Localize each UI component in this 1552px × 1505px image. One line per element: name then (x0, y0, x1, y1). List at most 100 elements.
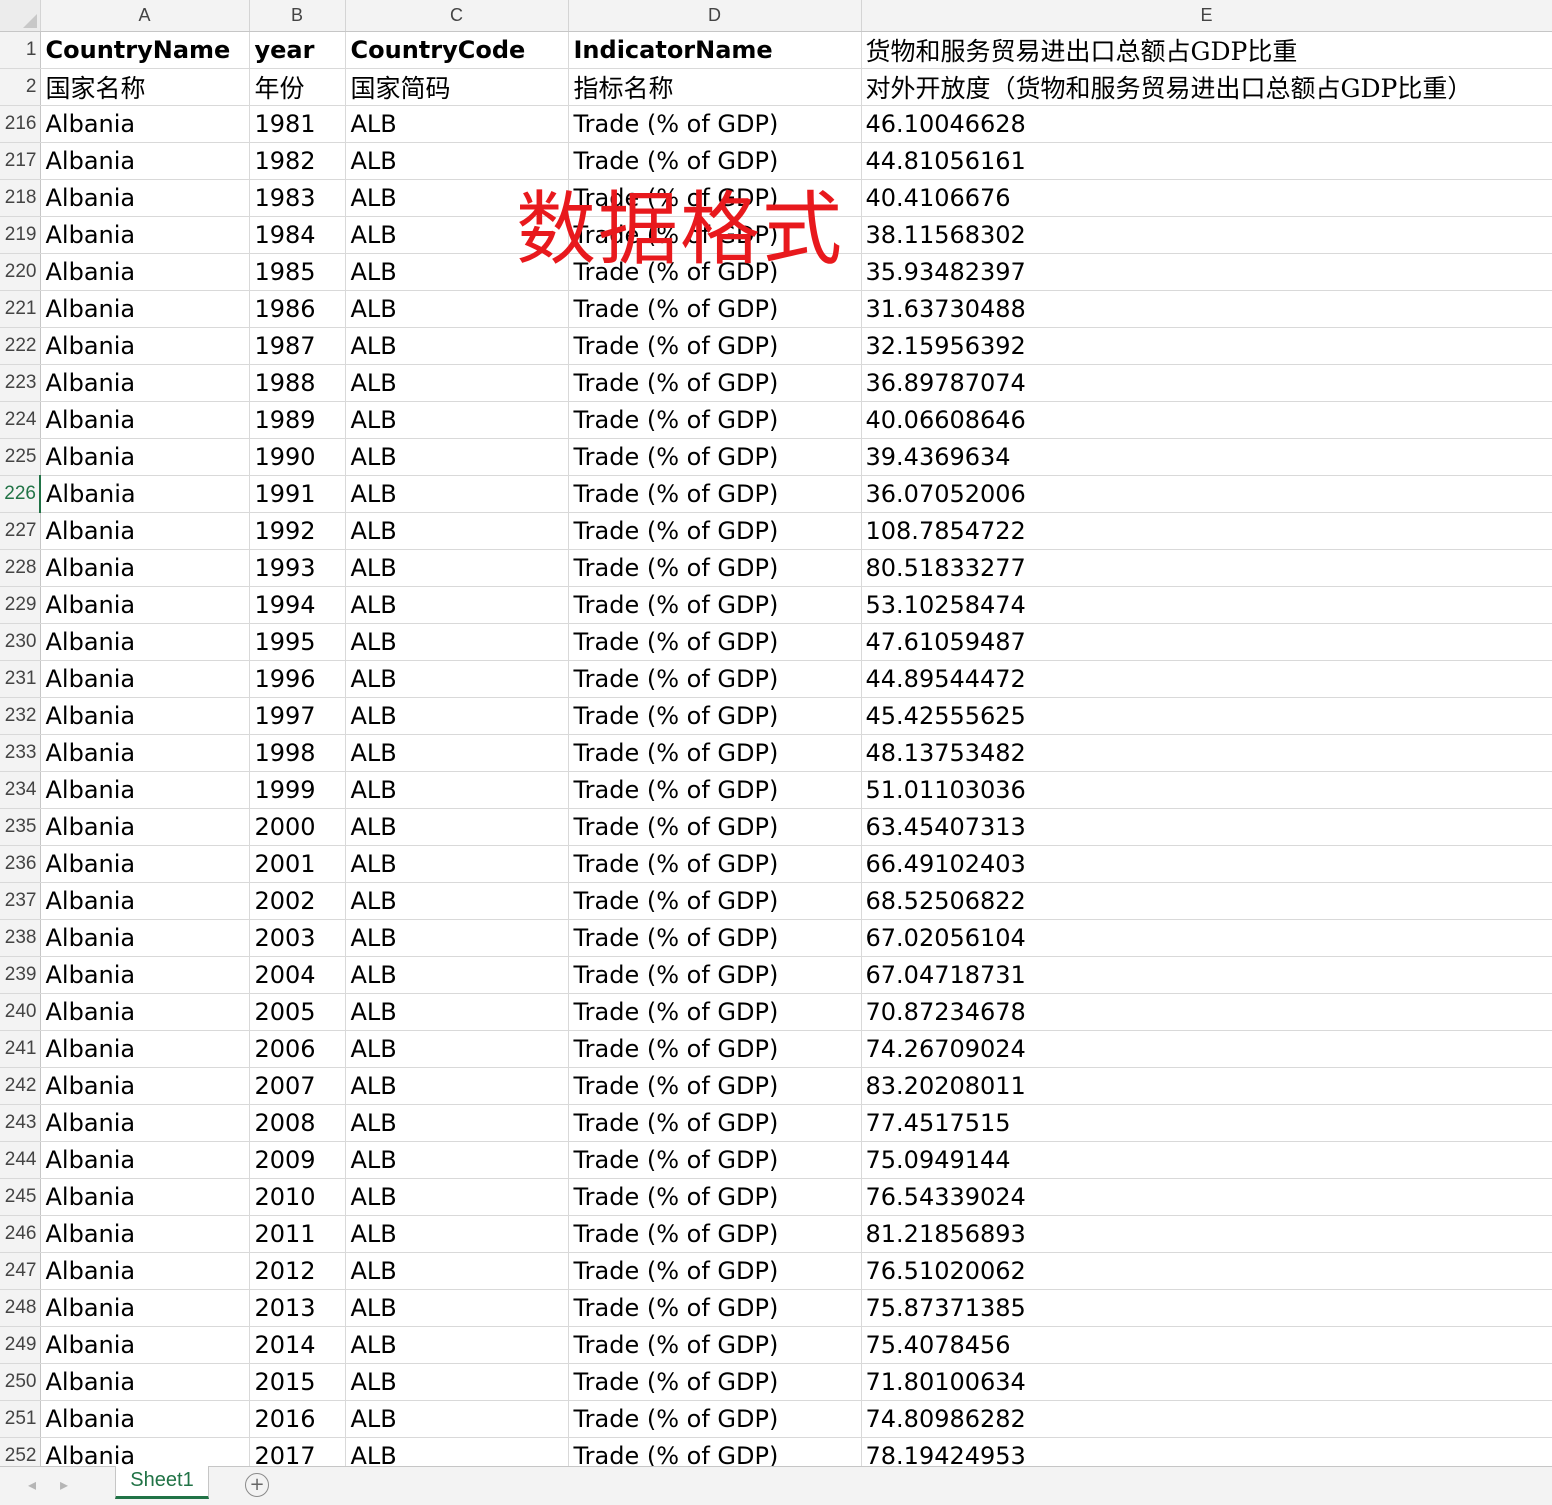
cell-b230[interactable]: 1995 (249, 623, 346, 661)
cell-e237[interactable]: 68.52506822 (861, 882, 1552, 920)
cell-d240[interactable]: Trade (% of GDP) (568, 993, 862, 1031)
cell-b1[interactable]: year (249, 31, 346, 69)
cell-b237[interactable]: 2002 (249, 882, 346, 920)
cell-d216[interactable]: Trade (% of GDP) (568, 105, 862, 143)
cell-b239[interactable]: 2004 (249, 956, 346, 994)
cell-b225[interactable]: 1990 (249, 438, 346, 476)
cell-a216[interactable]: Albania (40, 105, 250, 143)
cell-a222[interactable]: Albania (40, 327, 250, 365)
row-header[interactable]: 226 (0, 475, 41, 513)
row-header[interactable]: 1 (0, 31, 41, 69)
cell-c227[interactable]: ALB (345, 512, 569, 550)
cell-a224[interactable]: Albania (40, 401, 250, 439)
cell-d248[interactable]: Trade (% of GDP) (568, 1289, 862, 1327)
cell-a230[interactable]: Albania (40, 623, 250, 661)
cell-c251[interactable]: ALB (345, 1400, 569, 1438)
row-header[interactable]: 232 (0, 697, 41, 735)
row-header[interactable]: 216 (0, 105, 41, 143)
cell-d235[interactable]: Trade (% of GDP) (568, 808, 862, 846)
row-header[interactable]: 230 (0, 623, 41, 661)
cell-a248[interactable]: Albania (40, 1289, 250, 1327)
cell-b233[interactable]: 1998 (249, 734, 346, 772)
cell-d250[interactable]: Trade (% of GDP) (568, 1363, 862, 1401)
row-header[interactable]: 237 (0, 882, 41, 920)
cell-d223[interactable]: Trade (% of GDP) (568, 364, 862, 402)
cell-e227[interactable]: 108.7854722 (861, 512, 1552, 550)
cell-c231[interactable]: ALB (345, 660, 569, 698)
row-header[interactable]: 234 (0, 771, 41, 809)
cell-a243[interactable]: Albania (40, 1104, 250, 1142)
cell-a232[interactable]: Albania (40, 697, 250, 735)
cell-e216[interactable]: 46.10046628 (861, 105, 1552, 143)
cell-e1[interactable]: 货物和服务贸易进出口总额占GDP比重 (861, 31, 1552, 69)
row-header[interactable]: 251 (0, 1400, 41, 1438)
cell-b218[interactable]: 1983 (249, 179, 346, 217)
cell-a235[interactable]: Albania (40, 808, 250, 846)
row-header[interactable]: 227 (0, 512, 41, 550)
cell-e242[interactable]: 83.20208011 (861, 1067, 1552, 1105)
cell-a250[interactable]: Albania (40, 1363, 250, 1401)
cell-e230[interactable]: 47.61059487 (861, 623, 1552, 661)
cell-e217[interactable]: 44.81056161 (861, 142, 1552, 180)
cell-a233[interactable]: Albania (40, 734, 250, 772)
cell-d229[interactable]: Trade (% of GDP) (568, 586, 862, 624)
column-header-d[interactable]: D (568, 0, 862, 32)
cell-e228[interactable]: 80.51833277 (861, 549, 1552, 587)
cell-d222[interactable]: Trade (% of GDP) (568, 327, 862, 365)
cell-e251[interactable]: 74.80986282 (861, 1400, 1552, 1438)
row-header[interactable]: 240 (0, 993, 41, 1031)
cell-a223[interactable]: Albania (40, 364, 250, 402)
cell-b223[interactable]: 1988 (249, 364, 346, 402)
cell-e247[interactable]: 76.51020062 (861, 1252, 1552, 1290)
column-header-e[interactable]: E (861, 0, 1552, 32)
cell-b245[interactable]: 2010 (249, 1178, 346, 1216)
row-header[interactable]: 242 (0, 1067, 41, 1105)
row-header[interactable]: 229 (0, 586, 41, 624)
cell-a252[interactable]: Albania (40, 1437, 250, 1466)
cell-a229[interactable]: Albania (40, 586, 250, 624)
cell-c234[interactable]: ALB (345, 771, 569, 809)
cell-a234[interactable]: Albania (40, 771, 250, 809)
cell-a217[interactable]: Albania (40, 142, 250, 180)
row-header[interactable]: 245 (0, 1178, 41, 1216)
cell-b236[interactable]: 2001 (249, 845, 346, 883)
cell-b216[interactable]: 1981 (249, 105, 346, 143)
cell-d225[interactable]: Trade (% of GDP) (568, 438, 862, 476)
cell-c230[interactable]: ALB (345, 623, 569, 661)
cell-b251[interactable]: 2016 (249, 1400, 346, 1438)
cell-c233[interactable]: ALB (345, 734, 569, 772)
cell-b221[interactable]: 1986 (249, 290, 346, 328)
column-header-a[interactable]: A (40, 0, 250, 32)
cell-a245[interactable]: Albania (40, 1178, 250, 1216)
cell-e225[interactable]: 39.4369634 (861, 438, 1552, 476)
row-header[interactable]: 231 (0, 660, 41, 698)
cell-c252[interactable]: ALB (345, 1437, 569, 1466)
row-header[interactable]: 223 (0, 364, 41, 402)
cell-c2[interactable]: 国家简码 (345, 68, 569, 106)
cell-a218[interactable]: Albania (40, 179, 250, 217)
cell-a231[interactable]: Albania (40, 660, 250, 698)
cell-d239[interactable]: Trade (% of GDP) (568, 956, 862, 994)
cell-e226[interactable]: 36.07052006 (861, 475, 1552, 513)
cell-d227[interactable]: Trade (% of GDP) (568, 512, 862, 550)
cell-d236[interactable]: Trade (% of GDP) (568, 845, 862, 883)
column-header-b[interactable]: B (249, 0, 346, 32)
cell-b227[interactable]: 1992 (249, 512, 346, 550)
select-all-corner[interactable] (0, 0, 41, 32)
cell-d1[interactable]: IndicatorName (568, 31, 862, 69)
cell-b234[interactable]: 1999 (249, 771, 346, 809)
cell-e235[interactable]: 63.45407313 (861, 808, 1552, 846)
cell-e221[interactable]: 31.63730488 (861, 290, 1552, 328)
cell-d231[interactable]: Trade (% of GDP) (568, 660, 862, 698)
cell-b231[interactable]: 1996 (249, 660, 346, 698)
cell-d224[interactable]: Trade (% of GDP) (568, 401, 862, 439)
cell-c216[interactable]: ALB (345, 105, 569, 143)
cell-d242[interactable]: Trade (% of GDP) (568, 1067, 862, 1105)
cell-e243[interactable]: 77.4517515 (861, 1104, 1552, 1142)
row-header[interactable]: 239 (0, 956, 41, 994)
cell-b249[interactable]: 2014 (249, 1326, 346, 1364)
cell-e239[interactable]: 67.04718731 (861, 956, 1552, 994)
cell-c228[interactable]: ALB (345, 549, 569, 587)
cell-c229[interactable]: ALB (345, 586, 569, 624)
cell-b229[interactable]: 1994 (249, 586, 346, 624)
